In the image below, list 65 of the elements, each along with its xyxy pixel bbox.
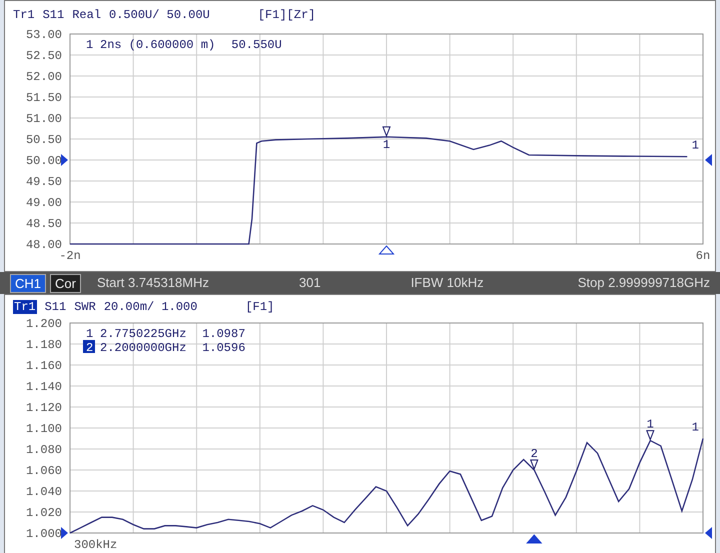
annotation: 2 (86, 341, 94, 355)
y-axis-label: 49.50 (26, 175, 62, 189)
marker-value: 1.0987 (202, 327, 246, 341)
format-label: SWR (74, 300, 96, 314)
marker-triangle-icon (646, 430, 654, 441)
y-axis-label: 1.040 (26, 485, 62, 499)
y-axis-label: 53.00 (26, 28, 62, 42)
format-label: Real (72, 8, 102, 22)
y-axis-label: 1.060 (26, 464, 62, 478)
y-axis-label: 1.100 (26, 422, 62, 436)
stimulus-marker-icon (378, 245, 395, 254)
marker-label: 1 (646, 418, 654, 432)
parameter-label: S11 (42, 8, 64, 22)
y-axis-label: 1.120 (26, 401, 62, 415)
y-axis-label: 49.00 (26, 196, 62, 210)
parameter-label: S11 (44, 300, 66, 314)
marker-stimulus: 2ns (0.600000 m) (100, 38, 216, 52)
y-axis-label: 51.00 (26, 112, 62, 126)
y-axis-label: 1.140 (26, 380, 62, 394)
y-axis-label: 50.50 (26, 133, 62, 147)
y-axis-label: 1.200 (26, 317, 62, 331)
marker-stimulus: 2.7750225GHz (100, 327, 186, 341)
marker-label: 2 (530, 446, 538, 461)
x-axis-label: 6n (696, 249, 710, 263)
flags-label: [F1] (245, 300, 274, 314)
trace-number: 1 (692, 138, 699, 153)
scale-label: 0.500U/ 50.00U (109, 8, 210, 22)
marker-stimulus: 2.2000000GHz (100, 341, 186, 355)
trace-name: Tr1 (13, 300, 37, 314)
y-axis-label: 1.020 (26, 506, 62, 520)
reference-arrow-icon (705, 527, 712, 539)
trace-name: Tr1 (13, 8, 35, 22)
if-bandwidth: IFBW 10kHz (410, 274, 484, 292)
marker-number: 1 (86, 327, 94, 341)
reference-arrow-icon (61, 527, 68, 539)
y-axis-label: 1.080 (26, 443, 62, 457)
y-axis-label: 51.50 (26, 91, 62, 105)
reference-arrow-icon (705, 154, 712, 166)
marker-value: 50.550U (231, 38, 282, 52)
marker-value: 1.0596 (202, 341, 246, 355)
scale-label: 20.00m/ 1.000 (104, 300, 198, 314)
stop-frequency: Stop 2.999999718GHz (578, 274, 710, 292)
y-axis-label: 48.00 (26, 238, 62, 252)
marker-triangle-icon (382, 126, 391, 138)
y-axis-label: 1.160 (26, 359, 62, 373)
y-axis-label: 1.180 (26, 338, 62, 352)
reference-arrow-icon (61, 154, 68, 166)
flags-label: [F1][Zr] (258, 8, 316, 22)
channel-indicator: CH1 (10, 274, 46, 292)
y-axis-label: 52.50 (26, 49, 62, 63)
correction-indicator: Cor (50, 274, 81, 292)
x-axis-label: 300kHz (74, 538, 118, 552)
marker-number[interactable]: 2 (83, 340, 95, 355)
sweep-points: 301 (298, 274, 321, 292)
marker-label: 1 (382, 138, 390, 152)
y-axis-label: 1.000 (26, 527, 62, 541)
x-axis-label: -2n (59, 249, 81, 263)
start-frequency: Start 3.745318MHz (96, 274, 209, 292)
stimulus-marker-icon (526, 534, 542, 544)
marker-triangle-icon (530, 459, 538, 470)
y-axis-label: 50.00 (26, 154, 62, 168)
y-axis-label: 52.00 (26, 70, 62, 84)
marker-number: 1 (86, 38, 94, 52)
y-axis-label: 48.50 (26, 217, 62, 231)
trace-number: 1 (692, 420, 699, 434)
